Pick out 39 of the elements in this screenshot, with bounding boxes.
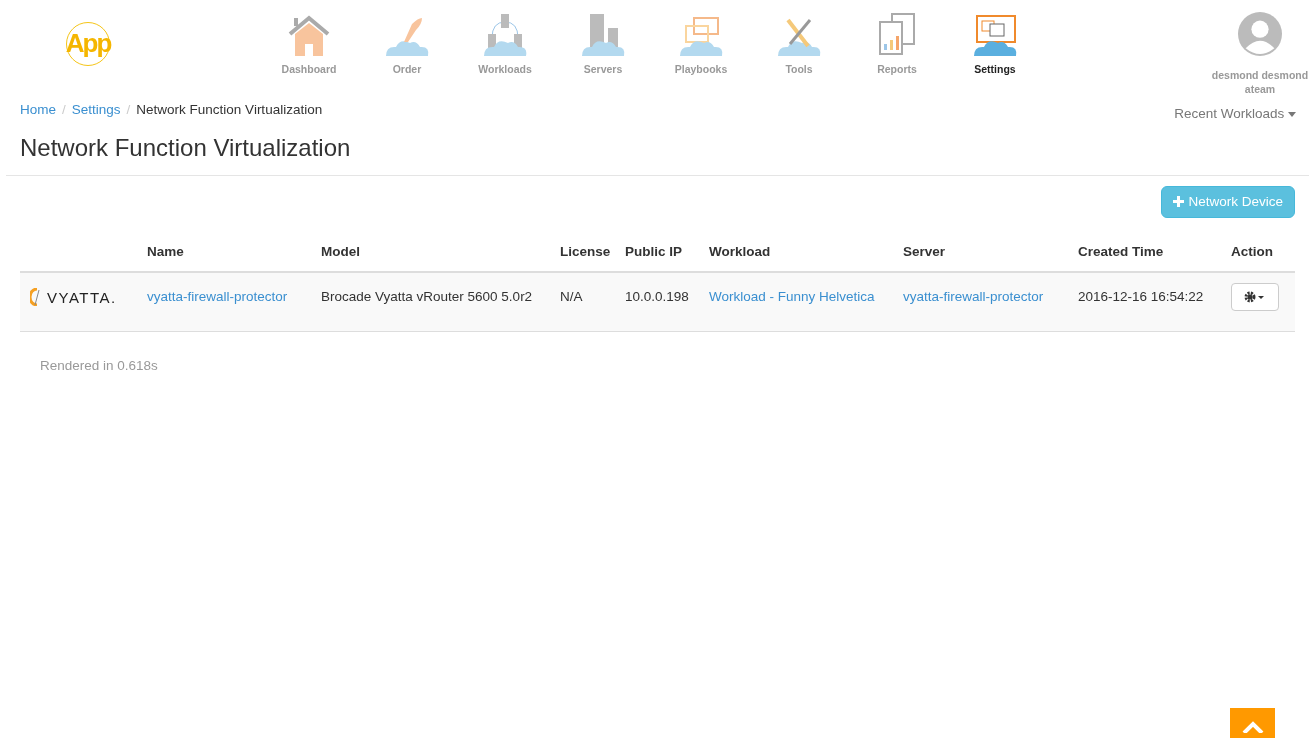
nav-item[interactable]: Settings [946, 0, 1044, 96]
nav-item[interactable]: Order [358, 0, 456, 96]
column-header: Name [147, 244, 184, 260]
column-header: Server [903, 244, 946, 260]
nav-item[interactable]: Servers [554, 0, 652, 96]
column-header: License [560, 244, 611, 260]
vendor-logo: VYATTA. [30, 288, 117, 306]
table-cell: Brocade Vyatta vRouter 5600 5.0r2 [321, 288, 533, 304]
nav-item[interactable]: Reports [848, 0, 946, 96]
breadcrumb-current: Network Function Virtualization [136, 101, 323, 119]
column-header: Workload [709, 244, 771, 260]
nav-item[interactable]: Tools [750, 0, 848, 96]
gear-caret-icon [1244, 291, 1266, 303]
plus-icon [1173, 196, 1185, 208]
table-cell: 10.0.0.198 [625, 288, 689, 304]
recent-workloads-dropdown[interactable]: Recent Workloads [1174, 104, 1296, 125]
column-header: Action [1231, 244, 1273, 260]
nav-item[interactable]: Dashboard [260, 0, 358, 96]
chevron-up-icon [1241, 721, 1264, 734]
avatar-icon[interactable] [1237, 12, 1283, 56]
scroll-to-top-button[interactable] [1230, 708, 1275, 738]
column-header: Public IP [625, 244, 682, 260]
breadcrumb-separator: / [62, 101, 66, 119]
table-cell: 2016-12-16 16:54:22 [1078, 288, 1204, 304]
column-header: Model [321, 244, 360, 260]
breadcrumb-link[interactable]: Home [20, 100, 56, 121]
breadcrumb-separator: / [126, 101, 131, 119]
caret-icon [1288, 111, 1296, 117]
table-cell: N/A [560, 288, 583, 304]
user-name: desmond desmond [1210, 68, 1310, 82]
nav-item[interactable]: Playbooks [652, 0, 750, 96]
page-title: Network Function Virtualization [19, 133, 352, 164]
add-network-device-button[interactable]: Network Device [1161, 186, 1295, 219]
breadcrumb-link[interactable]: Settings [71, 100, 121, 121]
gear-dropdown-button[interactable] [1231, 282, 1279, 311]
nav-item[interactable]: Workloads [456, 0, 554, 96]
user-team: ateam [1243, 82, 1277, 96]
column-header: Created Time [1078, 244, 1164, 260]
render-time-text: Rendered in 0.618s [39, 356, 159, 375]
